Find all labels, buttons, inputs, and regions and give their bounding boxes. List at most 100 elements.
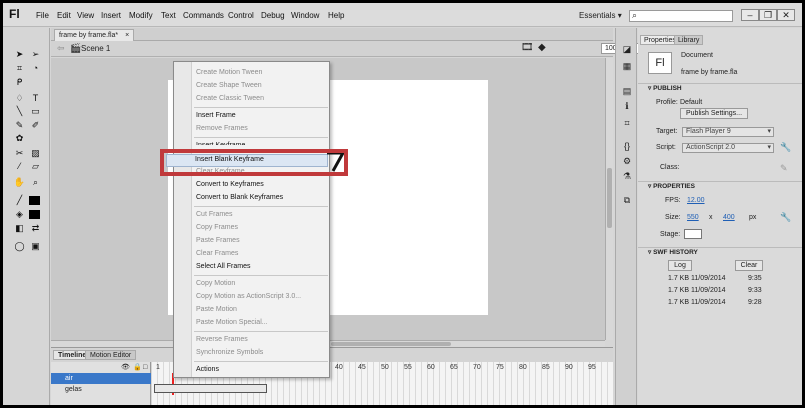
properties-header[interactable]: ▿ PROPERTIES: [638, 181, 802, 191]
3d-rotation-icon[interactable]: ◔: [29, 62, 42, 74]
history-panel-icon[interactable]: ⧉: [620, 194, 634, 206]
eraser-icon[interactable]: ▱: [29, 160, 42, 172]
h-scroll-thumb[interactable]: [331, 342, 451, 346]
menu-view[interactable]: View: [77, 11, 94, 20]
height-value[interactable]: 400: [723, 214, 735, 221]
document-tab[interactable]: frame by frame.fla* ×: [54, 29, 135, 41]
clear-button[interactable]: Clear: [735, 260, 763, 271]
components-icon[interactable]: ⚙: [620, 155, 634, 167]
menu-item-create-classic-tween[interactable]: Create Classic Tween: [196, 94, 264, 104]
transform-panel-icon[interactable]: ⌗: [620, 117, 634, 129]
object-drawing-icon[interactable]: ◯: [13, 240, 26, 252]
pencil-tool-icon[interactable]: ✎: [13, 119, 26, 131]
swap-colors-icon[interactable]: ◧: [13, 222, 26, 234]
eyedropper-icon[interactable]: ⁄: [13, 160, 26, 172]
swatches-panel-icon[interactable]: ▦: [620, 60, 634, 72]
menu-item-create-shape-tween[interactable]: Create Shape Tween: [196, 81, 262, 91]
code-snippets-icon[interactable]: {}: [620, 140, 634, 152]
menu-item-cut-frames[interactable]: Cut Frames: [196, 210, 233, 220]
fill-color-icon[interactable]: ◈: [13, 208, 26, 220]
menu-file[interactable]: File: [36, 11, 49, 20]
workspace-switcher[interactable]: Essentials ▾: [579, 11, 622, 20]
free-transform-icon[interactable]: ⌗: [13, 62, 26, 74]
menu-edit[interactable]: Edit: [57, 11, 71, 20]
close-tab-icon[interactable]: ×: [125, 32, 129, 39]
eye-icon[interactable]: 👁: [121, 362, 130, 373]
menu-insert[interactable]: Insert: [101, 11, 121, 20]
edit-scene-icon[interactable]: 🎞: [521, 42, 534, 53]
snap-magnet-icon[interactable]: ▣: [29, 240, 42, 252]
menu-item-reverse-frames[interactable]: Reverse Frames: [196, 335, 248, 345]
lock-icon[interactable]: 🔒: [133, 362, 142, 373]
menu-window[interactable]: Window: [291, 11, 319, 20]
publish-header[interactable]: ▿ PUBLISH: [638, 83, 802, 93]
close-button[interactable]: ✕: [777, 9, 795, 21]
menu-text[interactable]: Text: [161, 11, 176, 20]
default-colors-icon[interactable]: ⇄: [29, 222, 42, 234]
text-tool-icon[interactable]: T: [29, 92, 42, 104]
edit-symbols-icon[interactable]: ◆: [538, 42, 546, 53]
script-select[interactable]: ActionScript 2.0 ▾: [682, 143, 774, 153]
menu-modify[interactable]: Modify: [129, 11, 153, 20]
menu-item-paste-motion[interactable]: Paste Motion: [196, 305, 237, 315]
layer-row[interactable]: air: [51, 373, 151, 384]
stage-color-swatch[interactable]: [684, 229, 702, 239]
tab-motion-editor[interactable]: Motion Editor: [85, 350, 137, 360]
line-tool-icon[interactable]: ╲: [13, 105, 26, 117]
width-value[interactable]: 550: [687, 214, 699, 221]
menu-item-clear-frames[interactable]: Clear Frames: [196, 249, 238, 259]
menu-item-convert-to-keyframes[interactable]: Convert to Keyframes: [196, 180, 264, 190]
menu-commands[interactable]: Commands: [183, 11, 224, 20]
vertical-scrollbar[interactable]: [605, 58, 613, 340]
info-panel-icon[interactable]: ℹ: [620, 100, 634, 112]
target-select[interactable]: Flash Player 9 ▾: [682, 127, 774, 137]
fps-value[interactable]: 12.00: [687, 197, 705, 204]
subselection-tool-icon[interactable]: ➢: [29, 48, 42, 60]
bone-tool-icon[interactable]: ✂: [13, 147, 26, 159]
minimize-button[interactable]: –: [741, 9, 759, 21]
menu-control[interactable]: Control: [228, 11, 254, 20]
menu-item-remove-frames[interactable]: Remove Frames: [196, 124, 248, 134]
selection-tool-icon[interactable]: ➤: [13, 48, 26, 60]
rectangle-tool-icon[interactable]: ▭: [29, 105, 42, 117]
fill-swatch[interactable]: [29, 210, 40, 219]
layer-row[interactable]: gelas: [51, 384, 151, 395]
scroll-thumb[interactable]: [607, 168, 612, 228]
pencil-icon[interactable]: ✎: [780, 163, 788, 174]
menu-item-convert-to-blank-keyframes[interactable]: Convert to Blank Keyframes: [196, 193, 283, 203]
menu-item-paste-frames[interactable]: Paste Frames: [196, 236, 240, 246]
menu-item-copy-frames[interactable]: Copy Frames: [196, 223, 238, 233]
menu-item-paste-motion-special[interactable]: Paste Motion Special...: [196, 318, 268, 328]
publish-settings-button[interactable]: Publish Settings...: [680, 108, 748, 119]
menu-item-copy-motion-as3[interactable]: Copy Motion as ActionScript 3.0...: [196, 292, 301, 302]
menu-item-select-all-frames[interactable]: Select All Frames: [196, 262, 250, 272]
stroke-color-icon[interactable]: ╱: [13, 194, 26, 206]
pen-tool-icon[interactable]: ♢: [13, 92, 26, 104]
menu-item-insert-keyframe[interactable]: Insert Keyframe: [196, 141, 245, 145]
align-panel-icon[interactable]: ▤: [620, 85, 634, 97]
menu-item-synchronize-symbols[interactable]: Synchronize Symbols: [196, 348, 263, 358]
menu-item-actions[interactable]: Actions: [196, 365, 219, 375]
tab-library[interactable]: Library: [674, 35, 704, 45]
back-arrow-icon[interactable]: ⇦: [57, 43, 65, 54]
motion-presets-icon[interactable]: ⚗: [620, 170, 634, 182]
swf-history-header[interactable]: ▿ SWF HISTORY: [638, 247, 802, 257]
lasso-tool-icon[interactable]: ᑭ: [13, 76, 26, 88]
hand-tool-icon[interactable]: ✋: [13, 176, 26, 188]
menu-item-insert-frame[interactable]: Insert Frame: [196, 111, 236, 121]
deco-tool-icon[interactable]: ✿: [13, 132, 26, 144]
outline-icon[interactable]: □: [143, 362, 147, 373]
frame-span[interactable]: [154, 384, 267, 393]
restore-button[interactable]: ❐: [759, 9, 777, 21]
wrench-icon[interactable]: 🔧: [780, 212, 791, 223]
brush-tool-icon[interactable]: ✐: [29, 119, 42, 131]
search-input[interactable]: ⌕: [629, 10, 733, 22]
paint-bucket-icon[interactable]: ▨: [29, 147, 42, 159]
menu-debug[interactable]: Debug: [261, 11, 285, 20]
zoom-tool-icon[interactable]: ⌕: [29, 176, 42, 188]
menu-item-copy-motion[interactable]: Copy Motion: [196, 279, 235, 289]
menu-item-create-motion-tween[interactable]: Create Motion Tween: [196, 68, 262, 78]
color-panel-icon[interactable]: ◪: [620, 43, 634, 55]
menu-help[interactable]: Help: [328, 11, 344, 20]
log-button[interactable]: Log: [668, 260, 692, 271]
